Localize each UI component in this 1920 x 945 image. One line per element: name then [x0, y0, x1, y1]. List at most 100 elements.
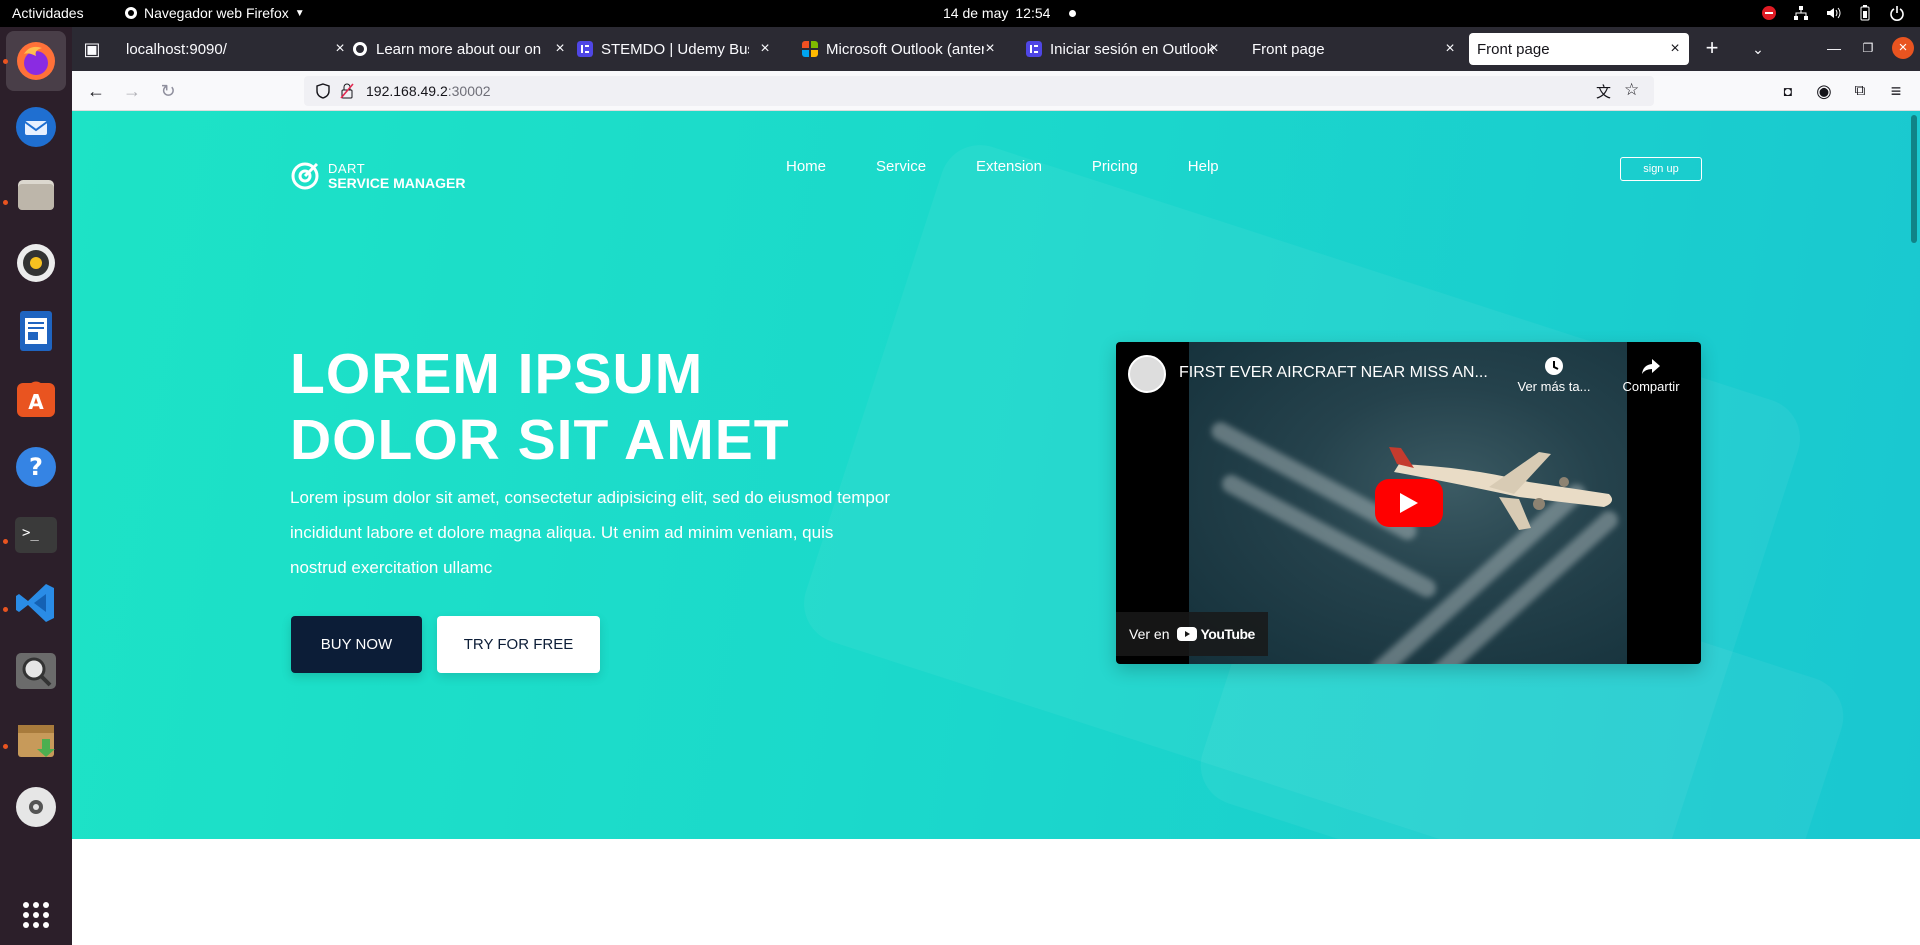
- system-tray[interactable]: [1760, 4, 1906, 22]
- url-text: 192.168.49.2:30002: [366, 83, 491, 99]
- dock-writer[interactable]: [12, 307, 60, 355]
- youtube-logo: YouTube: [1177, 626, 1255, 642]
- tab-stemdo-udemy[interactable]: STEMDO | Udemy Busine ×: [569, 33, 779, 65]
- new-tab-button[interactable]: +: [1702, 37, 1722, 59]
- dock-software[interactable]: A: [12, 375, 60, 423]
- hero-title-line-1: LOREM IPSUM: [290, 342, 704, 406]
- dock-vscode[interactable]: [12, 579, 60, 627]
- tab-title: Iniciar sesión en Outlook: [1050, 40, 1215, 58]
- main-menu: Home Service Extension Pricing Help: [786, 158, 1219, 175]
- watch-later-button[interactable]: Ver más ta...: [1514, 356, 1594, 394]
- translate-icon[interactable]: 文: [1596, 81, 1611, 102]
- url-port: :30002: [447, 83, 491, 99]
- close-icon[interactable]: ×: [1442, 41, 1458, 57]
- menu-icon[interactable]: ≡: [1886, 81, 1906, 101]
- app-grid-icon: [23, 902, 49, 928]
- sign-up-button[interactable]: sign up: [1620, 157, 1702, 181]
- dock: A ? >_: [0, 27, 72, 945]
- system-top-bar: Actividades Navegador web Firefox ▼ 14 d…: [0, 0, 1920, 27]
- target-logo-icon: [291, 162, 319, 190]
- logo-big-text: SERVICE MANAGER: [328, 174, 466, 191]
- play-button[interactable]: [1375, 479, 1443, 527]
- clock[interactable]: 14 de may 12:54: [943, 5, 1077, 21]
- tab-outlook-login[interactable]: Iniciar sesión en Outlook ×: [1018, 33, 1228, 65]
- terminal-icon: >_: [15, 517, 57, 553]
- dock-image-viewer[interactable]: [12, 647, 60, 695]
- dock-thunderbird[interactable]: [12, 103, 60, 151]
- buy-now-button[interactable]: BUY NOW: [291, 616, 422, 673]
- dock-archive[interactable]: [12, 715, 60, 763]
- tab-front-page-active[interactable]: Front page ×: [1469, 33, 1689, 65]
- svg-text:?: ?: [29, 453, 43, 481]
- help-icon: ?: [16, 447, 56, 487]
- close-icon[interactable]: ×: [982, 41, 998, 57]
- tab-title: Microsoft Outlook (anter: [826, 40, 984, 58]
- close-icon[interactable]: ×: [757, 41, 773, 57]
- minimize-button[interactable]: —: [1824, 38, 1844, 58]
- tab-title: STEMDO | Udemy Busine: [601, 40, 749, 58]
- url-bar[interactable]: 192.168.49.2:30002 文 ☆: [304, 76, 1654, 106]
- reload-icon[interactable]: ↻: [158, 81, 178, 101]
- menu-pricing[interactable]: Pricing: [1092, 158, 1138, 175]
- notification-dot-icon: [1069, 9, 1077, 17]
- tab-title: Learn more about our on: [376, 40, 542, 58]
- tab-overview-icon[interactable]: ▣: [82, 39, 102, 59]
- watch-on-label: Ver en: [1129, 626, 1170, 642]
- do-not-disturb-icon: [1760, 4, 1778, 22]
- show-apps-button[interactable]: [12, 891, 60, 939]
- rhythmbox-icon: [17, 244, 55, 282]
- channel-avatar[interactable]: [1128, 355, 1166, 393]
- url-host: 192.168.49.2: [366, 83, 448, 99]
- hero-title-line-2: DOLOR SIT AMET: [290, 408, 790, 472]
- hero-description: Lorem ipsum dolor sit amet, consectetur …: [290, 488, 891, 577]
- youtube-embed[interactable]: FIRST EVER AIRCRAFT NEAR MISS AN... Ver …: [1116, 342, 1701, 664]
- dock-files[interactable]: [12, 171, 60, 219]
- close-icon[interactable]: ×: [1667, 41, 1683, 57]
- menu-help[interactable]: Help: [1188, 158, 1219, 175]
- dock-rhythmbox[interactable]: [12, 239, 60, 287]
- back-arrow-icon[interactable]: ←: [86, 81, 106, 101]
- running-indicator: [3, 59, 8, 64]
- watch-later-label: Ver más ta...: [1517, 379, 1591, 394]
- close-window-button[interactable]: ×: [1892, 37, 1914, 59]
- restore-button[interactable]: ❐: [1858, 38, 1878, 58]
- software-store-icon: A: [17, 381, 55, 417]
- insecure-lock-icon: [340, 83, 354, 99]
- menu-service[interactable]: Service: [876, 158, 926, 175]
- extensions-icon[interactable]: ⧉: [1850, 81, 1870, 101]
- tab-learn-more[interactable]: Learn more about our on ×: [344, 33, 574, 65]
- tab-title: localhost:9090/: [126, 40, 227, 58]
- watch-on-youtube-button[interactable]: Ver en YouTube: [1116, 612, 1268, 656]
- github-icon: [353, 42, 367, 56]
- dock-firefox[interactable]: [6, 31, 66, 91]
- writer-icon: [20, 311, 52, 351]
- video-title[interactable]: FIRST EVER AIRCRAFT NEAR MISS AN...: [1179, 364, 1488, 382]
- tab-outlook-old[interactable]: Microsoft Outlook (anter ×: [794, 33, 1004, 65]
- microsoft-icon: [802, 41, 818, 57]
- close-icon[interactable]: ×: [552, 41, 568, 57]
- close-icon[interactable]: ×: [1206, 41, 1222, 57]
- try-for-free-button[interactable]: TRY FOR FREE: [437, 616, 600, 673]
- dock-disc[interactable]: [12, 783, 60, 831]
- volume-icon: [1824, 4, 1842, 22]
- site-logo[interactable]: DART SERVICE MANAGER: [290, 161, 465, 191]
- hero-title: LOREM IPSUM DOLOR SIT AMET: [290, 341, 990, 473]
- tab-localhost[interactable]: localhost:9090/ ×: [118, 33, 354, 65]
- bookmark-star-icon[interactable]: ☆: [1624, 80, 1639, 100]
- running-indicator: [3, 200, 8, 205]
- dock-help[interactable]: ?: [12, 443, 60, 491]
- menu-home[interactable]: Home: [786, 158, 826, 175]
- activities-button[interactable]: Actividades: [12, 5, 84, 21]
- list-tabs-chevron-icon[interactable]: ⌄: [1748, 39, 1768, 59]
- app-menu[interactable]: Navegador web Firefox ▼: [124, 5, 305, 21]
- running-indicator: [3, 539, 8, 544]
- pocket-icon[interactable]: ◘: [1778, 81, 1798, 101]
- files-icon: [18, 180, 54, 210]
- account-icon[interactable]: ◉: [1814, 81, 1834, 101]
- menu-extension[interactable]: Extension: [976, 158, 1042, 175]
- tab-front-page[interactable]: Front page ×: [1244, 33, 1464, 65]
- share-button[interactable]: Compartir: [1616, 356, 1686, 394]
- scrollbar-thumb[interactable]: [1911, 115, 1917, 243]
- forward-arrow-icon[interactable]: →: [122, 81, 142, 101]
- dock-terminal[interactable]: >_: [12, 511, 60, 559]
